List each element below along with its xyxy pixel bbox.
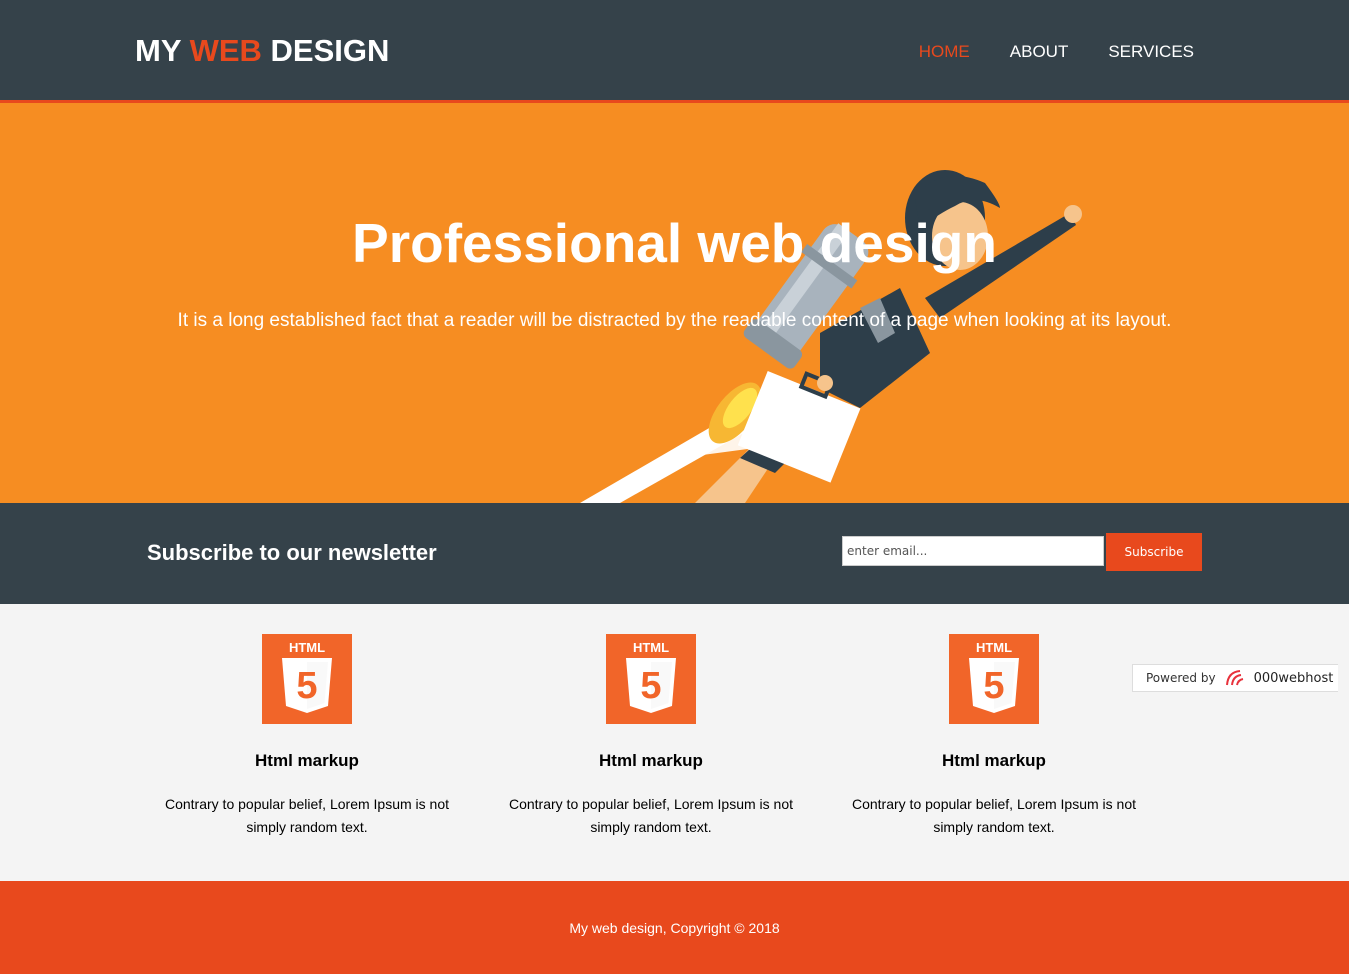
newsletter-heading: Subscribe to our newsletter bbox=[147, 540, 437, 565]
newsletter-section: Subscribe to our newsletter Subscribe bbox=[0, 503, 1349, 604]
showcase-banner: Professional web design It is a long est… bbox=[0, 103, 1349, 503]
powered-by-label: Powered by bbox=[1146, 671, 1216, 685]
footer-copyright: My web design, Copyright © 2018 bbox=[569, 920, 780, 936]
site-logo[interactable]: MY WEB DESIGN bbox=[135, 33, 389, 69]
site-header: MY WEB DESIGN HOME ABOUT SERVICES bbox=[0, 0, 1349, 103]
email-input[interactable] bbox=[842, 536, 1104, 566]
html5-badge-number: 5 bbox=[296, 665, 317, 707]
nav-home-link[interactable]: HOME bbox=[919, 42, 970, 62]
html5-badge-number: 5 bbox=[640, 665, 661, 707]
feature-box: HTML 5 Html markup Contrary to popular b… bbox=[844, 634, 1144, 839]
nav-services-link[interactable]: SERVICES bbox=[1108, 42, 1194, 62]
site-footer: My web design, Copyright © 2018 bbox=[0, 881, 1349, 974]
feature-box: HTML 5 Html markup Contrary to popular b… bbox=[501, 634, 801, 839]
main-nav: HOME ABOUT SERVICES bbox=[919, 42, 1194, 62]
subscribe-button[interactable]: Subscribe bbox=[1106, 533, 1202, 571]
showcase-text: It is a long established fact that a rea… bbox=[177, 310, 1172, 331]
feature-title: Html markup bbox=[599, 751, 703, 770]
html5-icon: HTML 5 bbox=[606, 634, 696, 724]
feature-text: Contrary to popular belief, Lorem Ipsum … bbox=[164, 796, 450, 835]
powered-by-badge[interactable]: Powered by 000webhost bbox=[1132, 664, 1338, 692]
powered-by-brand: 000webhost bbox=[1253, 670, 1334, 686]
showcase-title: Professional web design bbox=[352, 212, 997, 274]
feature-title: Html markup bbox=[255, 751, 359, 770]
logo-prefix: MY bbox=[135, 33, 190, 68]
html5-badge-text: HTML bbox=[633, 640, 669, 655]
feature-title: Html markup bbox=[942, 751, 1046, 770]
logo-highlight: WEB bbox=[189, 33, 262, 68]
html5-badge-text: HTML bbox=[289, 640, 325, 655]
html5-icon: HTML 5 bbox=[949, 634, 1039, 724]
features-section: HTML 5 Html markup Contrary to popular b… bbox=[0, 604, 1349, 881]
feature-text: Contrary to popular belief, Lorem Ipsum … bbox=[851, 796, 1137, 835]
feature-box: HTML 5 Html markup Contrary to popular b… bbox=[157, 634, 457, 839]
html5-icon: HTML 5 bbox=[262, 634, 352, 724]
webhost-logo-icon bbox=[1225, 670, 1243, 686]
feature-text: Contrary to popular belief, Lorem Ipsum … bbox=[508, 796, 794, 835]
nav-about-link[interactable]: ABOUT bbox=[1010, 42, 1069, 62]
html5-badge-text: HTML bbox=[976, 640, 1012, 655]
logo-suffix: DESIGN bbox=[261, 33, 390, 68]
html5-badge-number: 5 bbox=[983, 665, 1004, 707]
